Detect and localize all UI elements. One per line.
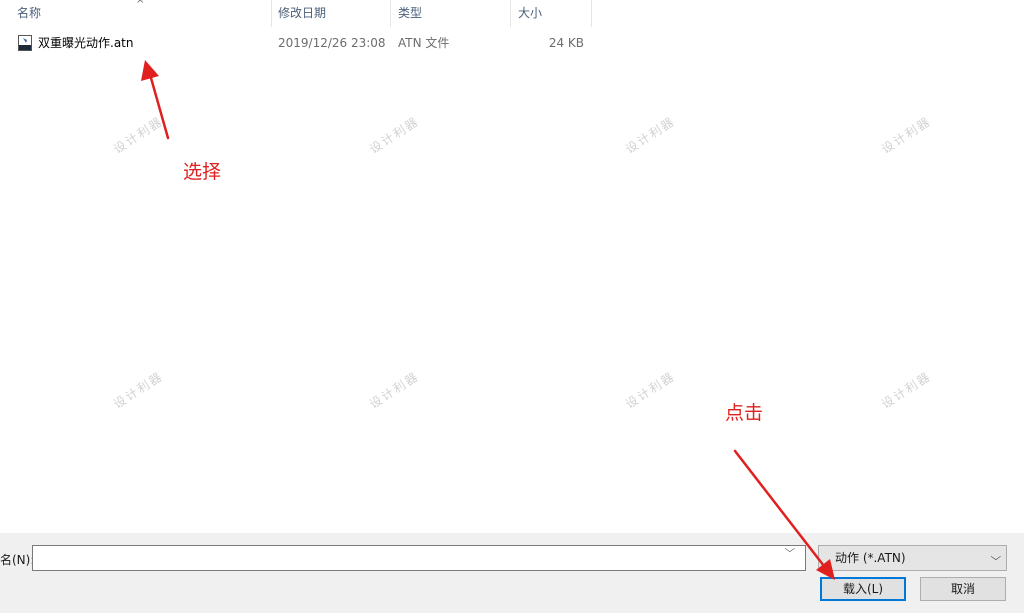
annotation-click-label: 点击 (725, 402, 764, 424)
file-size: 24 KB (548, 36, 584, 50)
watermark: 设计利器 (879, 369, 934, 412)
file-type: ATN 文件 (398, 36, 450, 50)
file-name: 双重曝光动作.atn (38, 36, 134, 50)
dialog-footer: 名(N): ⌵ 动作 (*.ATN) ⌵ 载入(L) 取消 (0, 533, 1024, 613)
watermark: 设计利器 (367, 114, 422, 157)
file-modified: 2019/12/26 23:08 (278, 36, 386, 50)
column-modified-label: 修改日期 (278, 6, 327, 20)
watermark: 设计利器 (111, 114, 166, 157)
column-size-header[interactable]: 大小 (512, 0, 592, 27)
watermark: 设计利器 (879, 114, 934, 157)
column-type-header[interactable]: 类型 (392, 0, 510, 27)
watermark: 设计利器 (111, 369, 166, 412)
column-divider[interactable] (510, 0, 511, 27)
column-size-label: 大小 (518, 6, 543, 20)
filename-input[interactable] (32, 545, 806, 571)
file-row[interactable]: 双重曝光动作.atn 2019/12/26 23:08 ATN 文件 24 KB (0, 32, 592, 54)
file-type-filter-value: 动作 (*.ATN) (835, 551, 906, 565)
filename-label: 名(N): (0, 553, 35, 567)
watermark: 设计利器 (623, 369, 678, 412)
watermark: 设计利器 (367, 369, 422, 412)
annotation-select-label: 选择 (183, 161, 222, 183)
column-header: 名称 ^ 修改日期 类型 大小 (0, 0, 1024, 27)
column-type-label: 类型 (398, 6, 423, 20)
column-divider[interactable] (390, 0, 391, 27)
cancel-button[interactable]: 取消 (920, 577, 1006, 601)
chevron-down-icon: ⌵ (990, 552, 1002, 563)
column-name-label: 名称 (17, 6, 42, 20)
column-divider[interactable] (591, 0, 592, 27)
filename-history-chevron-icon[interactable]: ⌵ (784, 544, 795, 555)
sort-ascending-icon: ^ (136, 0, 145, 10)
column-modified-header[interactable]: 修改日期 (272, 0, 390, 27)
watermark: 设计利器 (623, 114, 678, 157)
load-button[interactable]: 载入(L) (820, 577, 906, 601)
file-type-filter-select[interactable]: 动作 (*.ATN) ⌵ (818, 545, 1007, 571)
annotation-arrows (141, 60, 835, 580)
